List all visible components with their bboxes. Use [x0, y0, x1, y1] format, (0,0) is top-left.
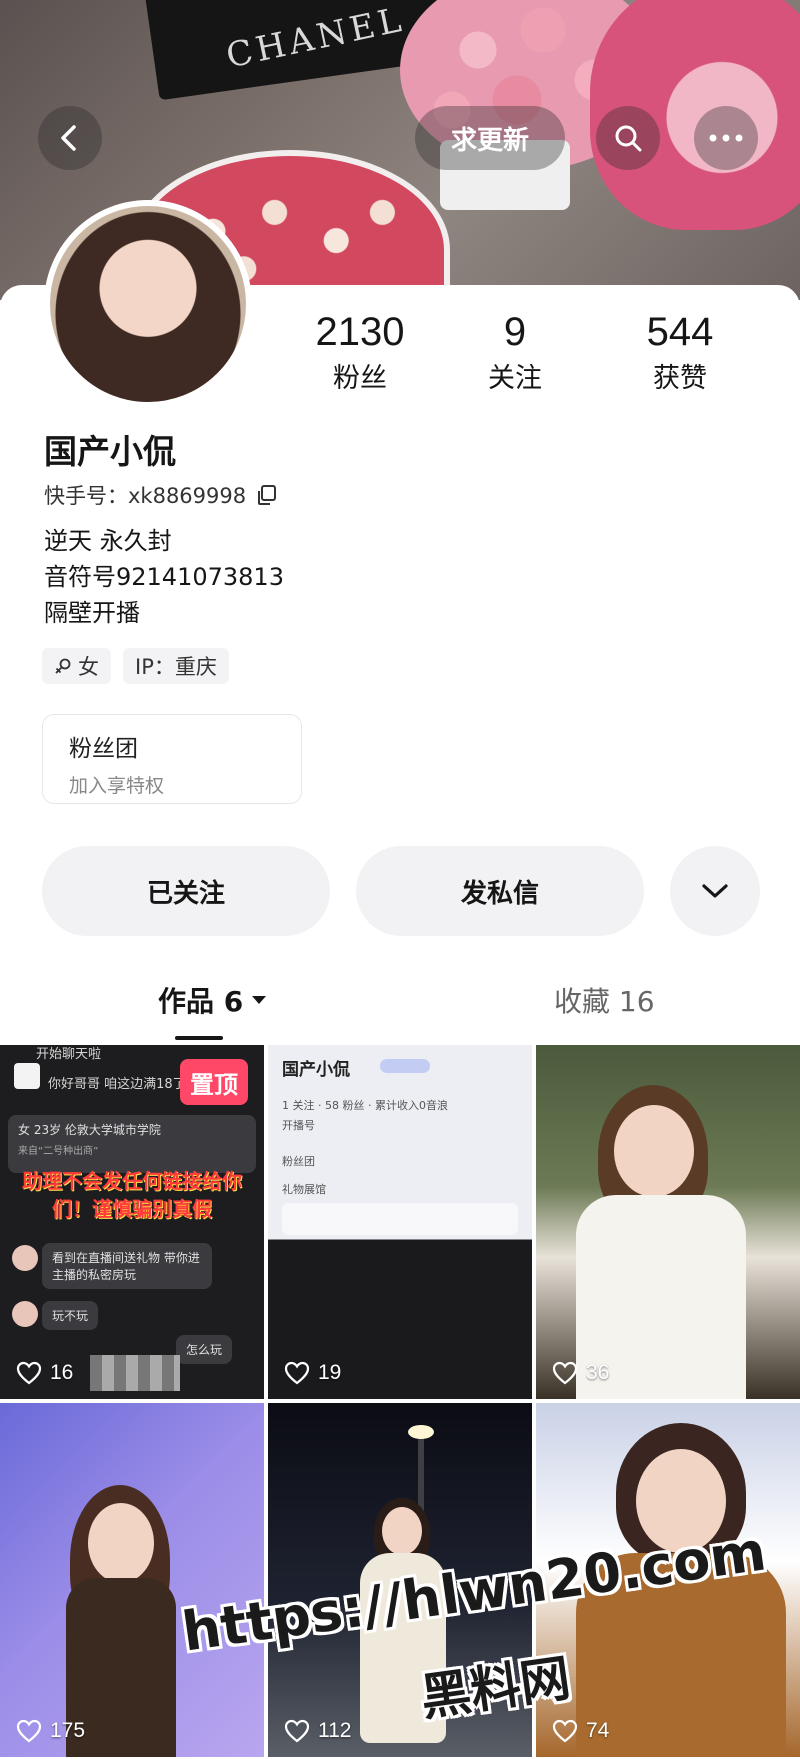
- heart-icon: [552, 1719, 578, 1743]
- ip-location-tag: IP：重庆: [123, 648, 229, 684]
- chat-bubble: 怎么玩: [176, 1335, 233, 1364]
- warning-caption: 助理不会发任何链接给你们！谨慎骗别真假: [22, 1169, 242, 1221]
- tab-favorites[interactable]: 收藏 16: [554, 980, 655, 1020]
- avatar: [12, 1301, 38, 1327]
- more-dots-icon: [709, 134, 743, 142]
- likes-label: 获赞: [653, 363, 707, 394]
- chat-bubble: 玩不玩: [42, 1301, 99, 1330]
- screenshot-line: 开播号: [282, 1119, 315, 1132]
- bio-line: 音符号92141073813: [44, 563, 284, 591]
- back-button[interactable]: [38, 106, 102, 170]
- pixelated-area: [90, 1355, 180, 1391]
- stat-likes[interactable]: 544 获赞: [600, 310, 760, 395]
- content-tabs: 作品 6 收藏 16: [0, 970, 800, 1040]
- like-count: 36: [552, 1361, 609, 1385]
- kuaishou-id-text: 快手号：xk8869998: [44, 484, 247, 508]
- gallery-icon: [14, 1063, 40, 1089]
- fan-club-title: 粉丝团: [69, 736, 138, 762]
- screenshot-badge: [380, 1059, 430, 1073]
- profile-name: 国产小侃: [44, 432, 176, 471]
- tab-works-label: 作品 6: [158, 985, 244, 1018]
- chat-text: 开始聊天啦: [36, 1047, 102, 1062]
- work-thumbnail[interactable]: 175: [0, 1403, 264, 1757]
- stat-followers[interactable]: 2130 粉丝: [280, 310, 440, 395]
- likes-count: 544: [646, 310, 714, 354]
- screenshot-row: [282, 1203, 518, 1235]
- figure-face: [88, 1503, 154, 1583]
- chevron-left-icon: [61, 125, 76, 151]
- like-count-value: 74: [586, 1719, 610, 1742]
- search-icon: [615, 125, 642, 152]
- pinned-badge: 置顶: [180, 1059, 248, 1105]
- followers-label: 粉丝: [333, 363, 387, 394]
- avatar: [12, 1245, 38, 1271]
- bio-line: 逆天 永久封: [44, 527, 172, 555]
- chat-profile-sub: 来自“二号种出商”: [18, 1146, 99, 1157]
- screenshot-line: 1 关注 · 58 粉丝 · 累计收入0音浪: [282, 1099, 448, 1112]
- chat-profile-line: 女 23岁 伦敦大学城市学院: [18, 1123, 161, 1137]
- like-count: 175: [16, 1719, 85, 1743]
- tab-favorites-label: 收藏 16: [554, 985, 655, 1018]
- profile-stats: 2130 粉丝 9 关注 544 获赞: [280, 310, 780, 420]
- like-count: 19: [284, 1361, 341, 1385]
- expand-button[interactable]: [670, 846, 760, 936]
- chat-bubble: 看到在直播间送礼物 带你进主播的私密房玩: [42, 1243, 212, 1289]
- like-count: 74: [552, 1719, 609, 1743]
- profile-bio: 逆天 永久封 音符号92141073813 隔壁开播: [44, 523, 284, 631]
- like-count-value: 36: [586, 1361, 610, 1384]
- work-thumbnail[interactable]: 36: [536, 1045, 800, 1399]
- chevron-down-icon: [702, 884, 728, 898]
- lamp-light: [408, 1425, 434, 1439]
- bio-line: 隔壁开播: [44, 599, 140, 627]
- screenshot-name: 国产小侃: [282, 1060, 350, 1080]
- like-count: 112: [284, 1719, 351, 1743]
- like-count-value: 175: [50, 1719, 86, 1742]
- avatar[interactable]: [44, 200, 252, 408]
- work-thumbnail[interactable]: 开始聊天啦 你好哥哥 咱这边满18了嘛 置顶 女 23岁 伦敦大学城市学院 来自…: [0, 1045, 264, 1399]
- ip-text: IP：重庆: [135, 655, 217, 679]
- request-update-button[interactable]: 求更新: [415, 106, 565, 170]
- fan-club-card[interactable]: 粉丝团 加入享特权: [42, 714, 302, 804]
- figure-face: [382, 1507, 422, 1555]
- heart-icon: [16, 1719, 42, 1743]
- copy-icon[interactable]: [256, 484, 278, 506]
- like-count-value: 112: [318, 1719, 352, 1742]
- active-tab-indicator: [175, 1036, 223, 1040]
- female-icon: [55, 658, 71, 674]
- screenshot-line: 粉丝团: [282, 1155, 315, 1168]
- heart-icon: [284, 1719, 310, 1743]
- screenshot-line: 礼物展馆: [282, 1183, 326, 1196]
- works-grid: 开始聊天啦 你好哥哥 咱这边满18了嘛 置顶 女 23岁 伦敦大学城市学院 来自…: [0, 1045, 800, 1759]
- profile-tags: 女 IP：重庆: [42, 648, 229, 684]
- work-thumbnail[interactable]: 国产小侃 1 关注 · 58 粉丝 · 累计收入0音浪 开播号 粉丝团 礼物展馆…: [268, 1045, 532, 1399]
- like-count-value: 19: [318, 1361, 342, 1384]
- action-buttons: 已关注 发私信: [42, 846, 762, 936]
- figure-face: [614, 1105, 694, 1197]
- chat-profile-card: 女 23岁 伦敦大学城市学院 来自“二号种出商”: [8, 1115, 256, 1173]
- following-label: 关注: [488, 363, 542, 394]
- fan-club-subtitle: 加入享特权: [69, 775, 165, 797]
- kuaishou-id: 快手号：xk8869998: [44, 480, 278, 510]
- like-count-value: 16: [50, 1361, 74, 1384]
- heart-icon: [284, 1361, 310, 1385]
- top-bar: 求更新: [0, 95, 800, 181]
- stat-following[interactable]: 9 关注: [435, 310, 595, 395]
- like-count: 16: [16, 1361, 73, 1385]
- gender-text: 女: [78, 655, 99, 679]
- tab-works[interactable]: 作品 6: [158, 980, 267, 1020]
- caret-down-icon: [252, 996, 267, 1004]
- followed-button[interactable]: 已关注: [42, 846, 330, 936]
- heart-icon: [16, 1361, 42, 1385]
- more-options-button[interactable]: [694, 106, 758, 170]
- followers-count: 2130: [315, 310, 405, 354]
- send-message-button[interactable]: 发私信: [356, 846, 644, 936]
- chat-text: 你好哥哥 咱这边满18了嘛: [48, 1077, 199, 1092]
- following-count: 9: [503, 310, 527, 354]
- search-button[interactable]: [596, 106, 660, 170]
- heart-icon: [552, 1361, 578, 1385]
- gender-tag: 女: [42, 648, 111, 684]
